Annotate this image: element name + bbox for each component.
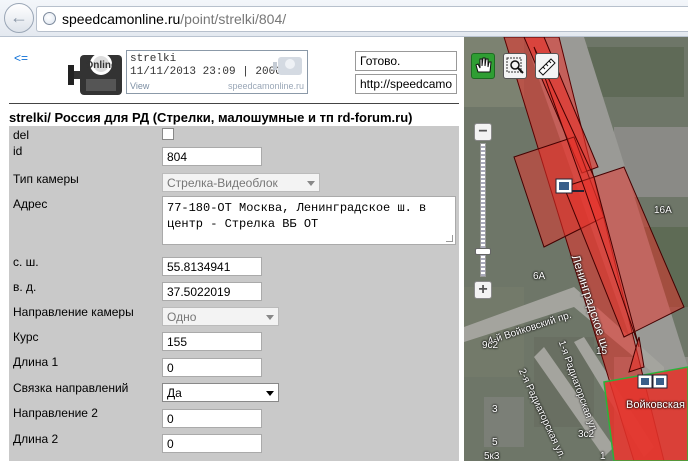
camera-watermark-icon xyxy=(273,57,302,75)
url-field[interactable]: http://speedcamo xyxy=(355,74,457,94)
zoom-out-icon[interactable]: − xyxy=(474,123,492,141)
browser-toolbar: ← speedcamonline.ru/point/strelki/804/ xyxy=(0,0,688,37)
camera-type-label: Тип камеры xyxy=(13,172,79,186)
camera-type-value: Стрелка-Видеоблок xyxy=(167,176,278,190)
link-select[interactable]: Да xyxy=(162,383,279,402)
map-label-16a: 16А xyxy=(654,205,672,216)
ruler-icon[interactable] xyxy=(535,53,559,79)
link-label: Связка направлений xyxy=(13,381,129,395)
status-field[interactable]: Готово. xyxy=(355,51,457,71)
speedcam-logo[interactable]: Online strelki 11/11/2013 23:09 | 2000 V… xyxy=(66,47,308,97)
left-panel: <= Online strelki 11/11/2013 23:09 | 200… xyxy=(0,37,464,461)
longitude-input[interactable]: 37.5022019 xyxy=(162,282,262,301)
address-value: 77-180-ОТ Москва, Ленинградское ш. в цен… xyxy=(167,201,427,231)
resize-grip-icon[interactable] xyxy=(446,235,453,242)
map-label-5: 5 xyxy=(492,437,498,448)
divider xyxy=(9,103,459,104)
map-label-3c2: 3с2 xyxy=(578,429,595,440)
map-label-15: 15 xyxy=(596,346,608,357)
link-value: Да xyxy=(167,386,182,400)
logo-text: Online xyxy=(85,60,117,71)
latitude-label: с. ш. xyxy=(13,255,39,269)
length1-label: Длина 1 xyxy=(13,355,59,369)
id-input[interactable]: 804 xyxy=(162,147,262,166)
latitude-input[interactable]: 55.8134941 xyxy=(162,257,262,276)
direction2-input[interactable]: 0 xyxy=(162,409,262,428)
zoom-in-icon[interactable]: + xyxy=(474,281,492,299)
zoom-control: − + xyxy=(474,123,492,299)
pan-hand-icon[interactable] xyxy=(471,53,495,79)
map-label-5k3: 5к3 xyxy=(484,451,500,461)
direction-value: Одно xyxy=(167,310,197,324)
chevron-down-icon xyxy=(266,315,274,320)
del-label: del xyxy=(13,128,30,142)
id-label: id xyxy=(13,144,23,158)
map-label-9c2: 9с2 xyxy=(482,340,499,351)
map-view[interactable]: − + Ленинградское ш. 4-й Войковский пр. … xyxy=(464,37,688,461)
address-bar[interactable]: speedcamonline.ru/point/strelki/804/ xyxy=(36,6,688,32)
chevron-down-icon xyxy=(307,181,315,186)
map-label-district: Войковская xyxy=(626,399,686,411)
camera-form: del id 804 Тип камеры Стрелка-Видеоблок … xyxy=(9,126,459,461)
length2-input[interactable]: 0 xyxy=(162,434,262,453)
banner-site: speedcamonline.ru xyxy=(227,81,304,91)
zoom-box-icon[interactable] xyxy=(503,53,527,79)
globe-icon xyxy=(43,12,56,25)
course-input[interactable]: 155 xyxy=(162,332,262,351)
speedcam-marker-icon[interactable] xyxy=(637,374,668,389)
direction-label: Направление камеры xyxy=(13,305,134,319)
direction2-label: Направление 2 xyxy=(13,406,98,420)
info-banner[interactable]: strelki 11/11/2013 23:09 | 2000 View spe… xyxy=(126,50,308,94)
length2-label: Длина 2 xyxy=(13,432,59,446)
zoom-slider-thumb[interactable] xyxy=(475,248,491,255)
del-checkbox[interactable] xyxy=(162,128,174,140)
banner-view: View xyxy=(130,81,150,91)
browser-back-icon[interactable]: ← xyxy=(4,3,34,33)
banner-datetime: 11/11/2013 23:09 | 2000 xyxy=(130,66,282,78)
address-textarea[interactable]: 77-180-ОТ Москва, Ленинградское ш. в цен… xyxy=(162,196,456,245)
camera-logo-icon: Online xyxy=(68,53,122,95)
banner-name: strelki xyxy=(130,53,177,65)
map-label-1: 1 xyxy=(600,451,606,461)
course-label: Курс xyxy=(13,330,39,344)
page-title: strelki/ Россия для РД (Стрелки, малошум… xyxy=(9,110,413,125)
address-url: speedcamonline.ru/point/strelki/804/ xyxy=(62,11,287,27)
zoom-slider-track[interactable] xyxy=(480,143,486,277)
address-label: Адрес xyxy=(13,197,48,211)
map-label-6a: 6А xyxy=(533,271,546,282)
camera-type-select[interactable]: Стрелка-Видеоблок xyxy=(162,173,320,192)
chevron-down-icon xyxy=(266,391,274,396)
length1-input[interactable]: 0 xyxy=(162,358,262,377)
map-label-3: 3 xyxy=(492,404,498,415)
direction-select[interactable]: Одно xyxy=(162,307,279,326)
longitude-label: в. д. xyxy=(13,280,37,294)
back-link[interactable]: <= xyxy=(14,51,28,65)
